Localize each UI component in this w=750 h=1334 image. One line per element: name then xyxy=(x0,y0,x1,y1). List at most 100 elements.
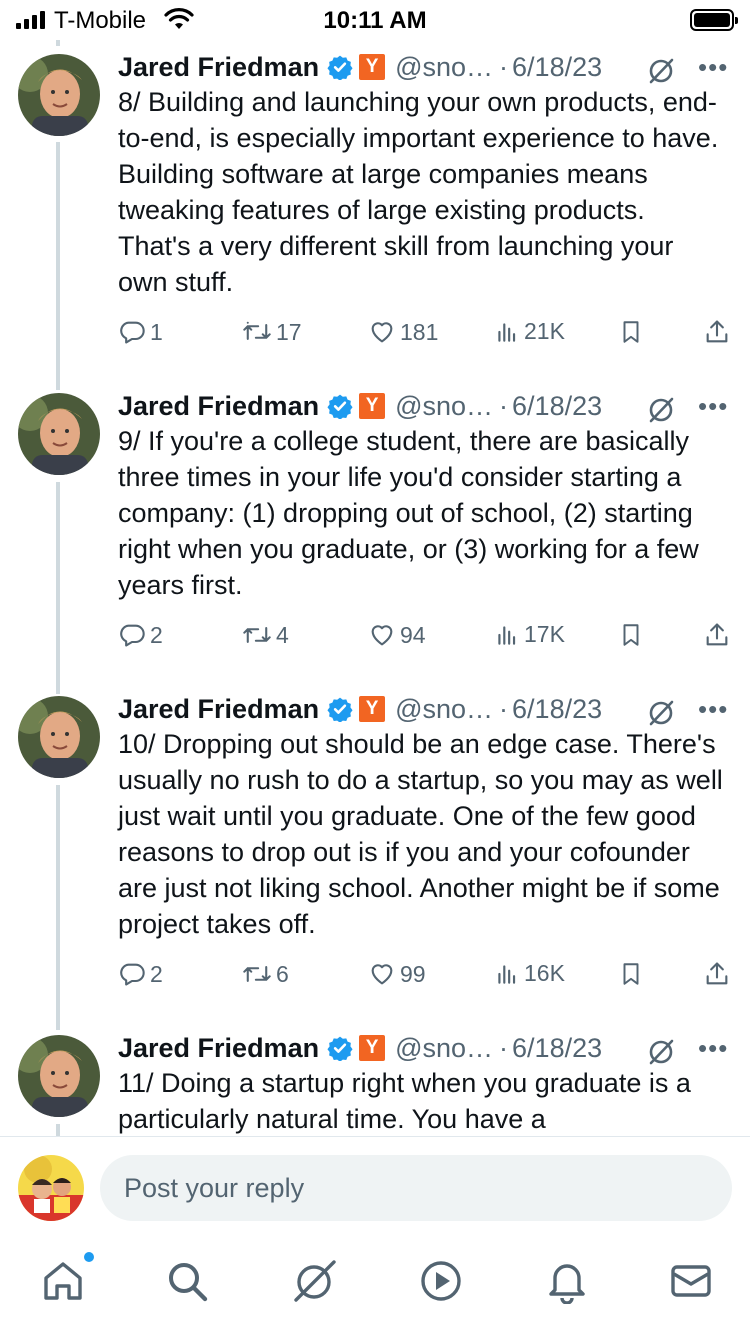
bookmark-button[interactable] xyxy=(618,318,644,346)
verified-badge-icon[interactable] xyxy=(327,696,353,722)
tweet-date[interactable]: 6/18/23 xyxy=(512,52,602,83)
view-count: 17K xyxy=(524,621,565,647)
more-options-icon[interactable]: ••• xyxy=(698,391,728,422)
heart-icon xyxy=(371,625,393,646)
reply-icon xyxy=(120,963,145,986)
grok-icon[interactable] xyxy=(646,395,676,425)
author-handle[interactable]: @sno… xyxy=(395,52,493,83)
more-options-icon[interactable]: ••• xyxy=(698,694,728,725)
home-icon xyxy=(44,1262,82,1300)
tweet-date[interactable]: 6/18/23 xyxy=(512,391,602,422)
thread-connector xyxy=(56,1124,60,1136)
reply-count: 2 xyxy=(150,621,163,648)
share-icon xyxy=(706,962,728,985)
tweet-text: 11/ Doing a startup right when you gradu… xyxy=(118,1068,691,1134)
avatar[interactable] xyxy=(18,696,100,778)
search-icon xyxy=(169,1263,208,1302)
bookmark-button[interactable] xyxy=(618,960,644,988)
like-count: 99 xyxy=(400,960,426,987)
grok-icon[interactable] xyxy=(646,1037,676,1067)
avatar[interactable] xyxy=(18,1035,100,1117)
verified-badge-icon[interactable] xyxy=(327,1035,353,1061)
thread-connector xyxy=(56,785,60,1030)
repost-count: 17 xyxy=(276,318,302,345)
views-button[interactable]: 17K xyxy=(494,621,565,648)
bookmark-button[interactable] xyxy=(618,621,644,649)
reply-count: 2 xyxy=(150,960,163,987)
author-handle[interactable]: @sno… xyxy=(395,694,493,725)
share-button[interactable] xyxy=(703,621,731,649)
share-button[interactable] xyxy=(703,960,731,988)
battery-icon xyxy=(690,9,738,31)
more-options-icon[interactable]: ••• xyxy=(698,1033,728,1064)
verified-badge-icon[interactable] xyxy=(327,54,353,80)
view-count: 21K xyxy=(524,318,565,344)
views-icon xyxy=(498,625,516,645)
my-avatar[interactable] xyxy=(18,1155,84,1221)
more-options-icon[interactable]: ••• xyxy=(698,52,728,83)
repost-button[interactable]: 17 xyxy=(242,318,302,346)
reply-icon xyxy=(120,624,145,647)
clock: 10:11 AM xyxy=(323,7,427,34)
reply-button[interactable]: 2 xyxy=(118,960,163,988)
repost-icon xyxy=(243,627,271,643)
avatar[interactable] xyxy=(18,393,100,475)
thread-connector xyxy=(56,40,60,46)
tab-search[interactable] xyxy=(164,1258,210,1304)
reply-button[interactable]: 1 xyxy=(118,318,163,346)
share-button[interactable] xyxy=(703,318,731,346)
grok-icon xyxy=(294,1260,336,1302)
bottom-tab-bar xyxy=(0,1236,750,1334)
views-button[interactable]: 16K xyxy=(494,960,565,987)
like-button[interactable]: 99 xyxy=(368,960,426,988)
view-count: 16K xyxy=(524,960,565,986)
repost-icon xyxy=(243,321,271,340)
author-name[interactable]: Jared Friedman xyxy=(118,1033,319,1064)
share-icon xyxy=(706,320,728,343)
author-handle[interactable]: @sno… xyxy=(395,391,493,422)
author-handle[interactable]: @sno… xyxy=(395,1033,493,1064)
tweet-text: 8/ Building and launching your own produ… xyxy=(118,87,719,297)
repost-button[interactable]: 6 xyxy=(242,960,289,988)
thread-feed[interactable]: Jared Friedman Y @sno… · 6/18/23 ••• 8/ … xyxy=(0,40,750,1136)
reply-count: 1 xyxy=(150,318,163,345)
tab-home[interactable] xyxy=(40,1252,94,1304)
grok-icon[interactable] xyxy=(646,698,676,728)
unread-dot xyxy=(84,1252,94,1262)
share-icon xyxy=(706,623,728,646)
tab-notifications[interactable] xyxy=(544,1258,590,1305)
bookmark-icon xyxy=(623,963,639,985)
messages-icon xyxy=(671,1265,711,1297)
like-button[interactable]: 181 xyxy=(368,318,438,346)
like-button[interactable]: 94 xyxy=(368,621,426,649)
bookmark-icon xyxy=(623,624,639,646)
tweet-date[interactable]: 6/18/23 xyxy=(512,694,602,725)
author-name[interactable]: Jared Friedman xyxy=(118,391,319,422)
views-button[interactable]: 21K xyxy=(494,318,565,345)
repost-button[interactable]: 4 xyxy=(242,621,289,649)
ycombinator-badge-icon[interactable]: Y xyxy=(359,696,386,722)
reply-button[interactable]: 2 xyxy=(118,621,163,649)
reply-input[interactable]: Post your reply xyxy=(100,1155,732,1221)
avatar[interactable] xyxy=(18,54,100,136)
bookmark-icon xyxy=(623,321,639,343)
tab-video[interactable] xyxy=(418,1258,464,1304)
ycombinator-badge-icon[interactable]: Y xyxy=(359,1035,386,1061)
tweet-text: 10/ Dropping out should be an edge case.… xyxy=(118,729,723,939)
reply-composer: Post your reply xyxy=(0,1136,750,1236)
views-icon xyxy=(498,964,516,984)
grok-icon[interactable] xyxy=(646,56,676,86)
ycombinator-badge-icon[interactable]: Y xyxy=(359,393,386,419)
author-name[interactable]: Jared Friedman xyxy=(118,694,319,725)
reply-icon xyxy=(120,321,145,344)
tweet-date[interactable]: 6/18/23 xyxy=(512,1033,602,1064)
video-icon xyxy=(421,1261,461,1301)
author-name[interactable]: Jared Friedman xyxy=(118,52,319,83)
heart-icon xyxy=(371,964,393,985)
tab-grok[interactable] xyxy=(290,1258,336,1304)
tab-messages[interactable] xyxy=(668,1258,714,1304)
repost-count: 6 xyxy=(276,960,289,987)
like-count: 181 xyxy=(400,318,439,345)
verified-badge-icon[interactable] xyxy=(327,393,353,419)
ycombinator-badge-icon[interactable]: Y xyxy=(359,54,386,80)
